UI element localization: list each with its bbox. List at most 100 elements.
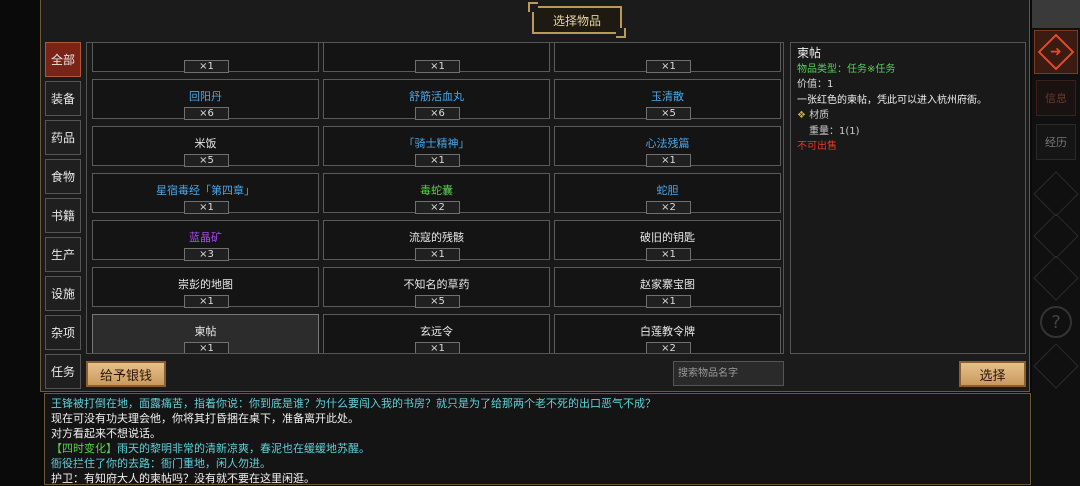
item-name: 毒蛇囊 (420, 184, 453, 197)
message-log: 王锋被打倒在地，面露痛苦，指着你说：你到底是谁？为什么要闯入我的书房？就只是为了… (44, 393, 1031, 485)
item-name: 「骑士精神」 (403, 137, 470, 150)
item-cell[interactable]: ×1 (323, 43, 550, 73)
item-cell[interactable]: 蛇胆 ×2 (554, 173, 781, 214)
item-quantity: ×1 (646, 295, 691, 308)
history-button[interactable]: 经历 (1036, 124, 1076, 160)
item-quantity: ×3 (184, 248, 229, 261)
help-icon[interactable]: ? (1040, 306, 1072, 338)
item-cell[interactable]: 赵家寨宝图 ×1 (554, 267, 781, 308)
item-grid: ×1 ×1 ×1 回阳丹 ×6 舒筋活血丸 ×6 玉清散 ×5 米饭 ×5 「骑士精神」 ×1 心法残篇 ×… (92, 43, 781, 353)
item-name: 白莲教令牌 (640, 325, 695, 338)
item-cell[interactable]: 破旧的钥匙 ×1 (554, 220, 781, 261)
item-name: 星宿毒经「第四章」 (156, 184, 255, 197)
tab-4[interactable]: 书籍 (45, 198, 81, 233)
detail-name: 柬帖 (797, 46, 822, 60)
arrow-icon: ➜ (1037, 33, 1075, 71)
item-quantity: ×1 (184, 295, 229, 308)
log-text: 雨天的黎明非常的清新凉爽，春泥也在缓缓地苏醒。 (117, 442, 370, 455)
item-quantity: ×1 (646, 154, 691, 167)
item-quantity: ×1 (184, 201, 229, 214)
item-cell[interactable]: 蓝晶矿 ×3 (92, 220, 319, 261)
category-tabs: 全部装备药品食物书籍生产设施杂项任务 (45, 42, 81, 393)
game-screen: 选择物品 全部 装备 药品 食物 书籍 生产 设施 杂项 任务 ×1 ×1 ×1 回阳丹 ×6 舒筋活血丸… (0, 0, 1080, 486)
detail-description: 一张红色的柬帖，凭此可以进入杭州府衙。 (797, 94, 987, 106)
item-quantity: ×1 (646, 60, 691, 73)
item-quantity: ×1 (415, 154, 460, 167)
log-line: 对方看起来不想说话。 (51, 426, 1024, 441)
item-name: 破旧的钥匙 (640, 231, 695, 244)
item-quantity: ×5 (646, 107, 691, 120)
log-line: 王锋被打倒在地，面露痛苦，指着你说：你到底是谁？为什么要闯入我的书房？就只是为了… (51, 396, 1024, 411)
item-quantity: ×2 (415, 201, 460, 214)
give-money-button[interactable]: 给予银钱 (86, 361, 166, 387)
detail-value: 价值：1 (797, 79, 834, 90)
item-name: 玄远令 (420, 325, 453, 338)
tab-8[interactable]: 任务 (45, 354, 81, 389)
item-name: 舒筋活血丸 (409, 90, 464, 103)
item-name: 崇彭的地图 (178, 278, 233, 291)
item-cell[interactable]: 毒蛇囊 ×2 (323, 173, 550, 214)
detail-material: ❖ 材质 (797, 108, 1019, 124)
tab-7[interactable]: 杂项 (45, 315, 81, 350)
item-quantity: ×1 (415, 342, 460, 353)
item-quantity: ×6 (184, 107, 229, 120)
tab-3[interactable]: 食物 (45, 159, 81, 194)
detail-type: 物品类型：任务※任务 (797, 63, 896, 75)
item-quantity: ×1 (184, 60, 229, 73)
item-detail-panel: 柬帖 物品类型：任务※任务 价值：1 一张红色的柬帖，凭此可以进入杭州府衙。 ❖… (790, 42, 1026, 354)
log-line: 现在可没有功夫理会他，你将其打昏捆在桌下，准备离开此处。 (51, 411, 1024, 426)
detail-sell-status: 不可出售 (797, 141, 837, 152)
item-quantity: ×1 (415, 248, 460, 261)
item-quantity: ×1 (415, 60, 460, 73)
back-button[interactable]: ➜ (1034, 30, 1078, 74)
tab-1[interactable]: 装备 (45, 81, 81, 116)
log-line: 护卫：有知府大人的柬帖吗？没有就不要在这里闲逛。 (51, 471, 1024, 486)
item-quantity: ×1 (184, 342, 229, 353)
log-line: 【四时变化】雨天的黎明非常的清新凉爽，春泥也在缓缓地苏醒。 (51, 441, 1024, 456)
item-cell[interactable]: 米饭 ×5 (92, 126, 319, 167)
item-name: 米饭 (194, 137, 217, 150)
item-quantity: ×5 (184, 154, 229, 167)
tab-2[interactable]: 药品 (45, 120, 81, 155)
item-quantity: ×2 (646, 342, 691, 353)
item-cell[interactable]: 「骑士精神」 ×1 (323, 126, 550, 167)
item-name: 赵家寨宝图 (640, 278, 695, 291)
tab-0[interactable]: 全部 (45, 42, 81, 77)
item-grid-area[interactable]: ×1 ×1 ×1 回阳丹 ×6 舒筋活血丸 ×6 玉清散 ×5 米饭 ×5 「骑士精神」 ×1 心法残篇 ×… (86, 42, 784, 354)
info-button[interactable]: 信息 (1036, 80, 1076, 116)
detail-material-label: 材质 (809, 110, 830, 121)
item-quantity: ×5 (415, 295, 460, 308)
item-name: 不知名的草药 (403, 278, 470, 291)
item-name: 蛇胆 (656, 184, 679, 197)
item-quantity: ×2 (646, 201, 691, 214)
log-text: 王锋被打倒在地，面露痛苦，指着你说：你到底是谁？为什么要闯入我的书房？就只是为了… (51, 397, 656, 410)
item-name: 流寇的残骸 (409, 231, 464, 244)
item-cell[interactable]: 柬帖 ×1 (92, 314, 319, 353)
log-text: 衙役拦住了你的去路：衙门重地，闲人勿进。 (51, 457, 271, 470)
item-cell[interactable]: 玄远令 ×1 (323, 314, 550, 353)
item-cell[interactable]: 星宿毒经「第四章」 ×1 (92, 173, 319, 214)
item-name: 心法残篇 (645, 137, 690, 150)
detail-weight: 重量：1(1) (809, 125, 860, 137)
search-input[interactable] (673, 361, 784, 386)
item-cell[interactable]: ×1 (554, 43, 781, 73)
item-cell[interactable]: 玉清散 ×5 (554, 79, 781, 120)
item-cell[interactable]: 不知名的草药 ×5 (323, 267, 550, 308)
select-button[interactable]: 选择 (959, 361, 1026, 387)
log-text: 现在可没有功夫理会他，你将其打昏捆在桌下，准备离开此处。 (51, 412, 359, 425)
item-cell[interactable]: 流寇的残骸 ×1 (323, 220, 550, 261)
item-cell[interactable]: 心法残篇 ×1 (554, 126, 781, 167)
rail-top-bar (1032, 0, 1080, 28)
item-cell[interactable]: 回阳丹 ×6 (92, 79, 319, 120)
item-cell[interactable]: 舒筋活血丸 ×6 (323, 79, 550, 120)
log-text: 对方看起来不想说话。 (51, 427, 161, 440)
tab-5[interactable]: 生产 (45, 237, 81, 272)
panel-title: 选择物品 (528, 2, 626, 38)
item-cell[interactable]: ×1 (92, 43, 319, 73)
diamond-icon: ❖ (797, 110, 806, 121)
item-name: 蓝晶矿 (189, 231, 222, 244)
item-quantity: ×1 (646, 248, 691, 261)
item-cell[interactable]: 白莲教令牌 ×2 (554, 314, 781, 353)
item-cell[interactable]: 崇彭的地图 ×1 (92, 267, 319, 308)
tab-6[interactable]: 设施 (45, 276, 81, 311)
